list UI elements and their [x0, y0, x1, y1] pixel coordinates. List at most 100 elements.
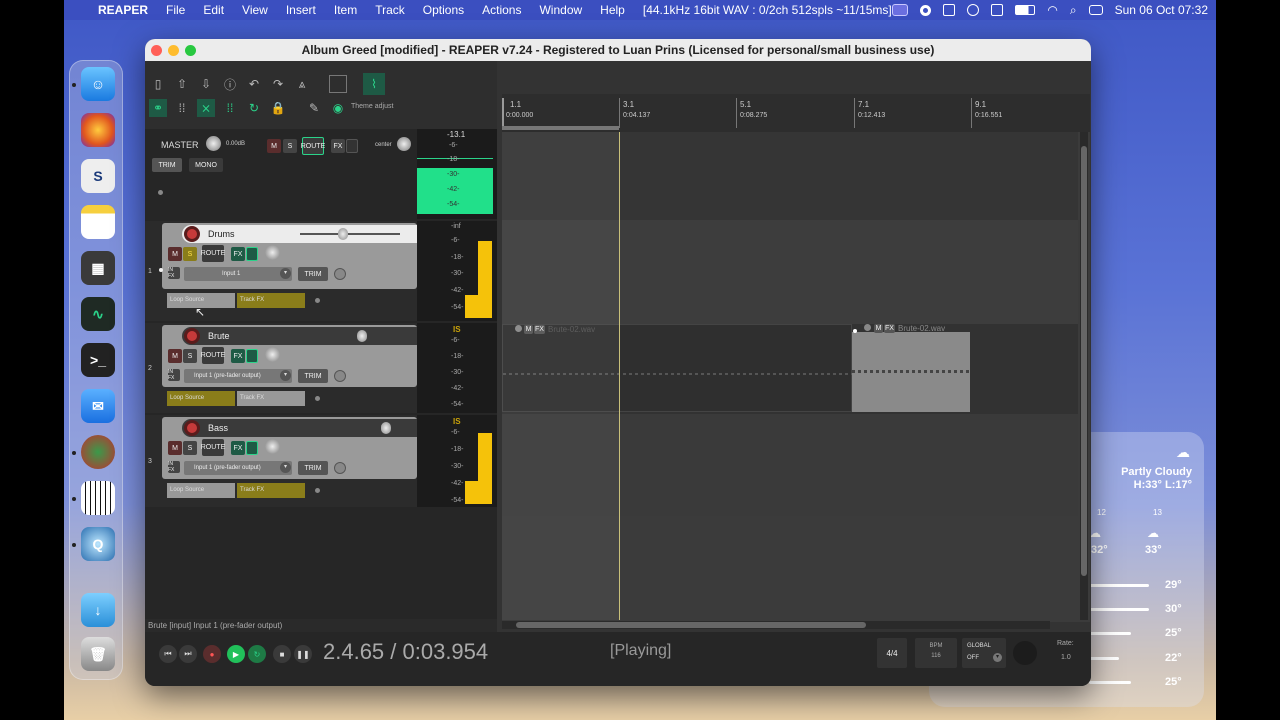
- chevron-down-icon[interactable]: ▾: [280, 268, 291, 279]
- track-fx-slot[interactable]: Track FX: [237, 391, 305, 406]
- global-automation[interactable]: GLOBAL OFF ▾: [962, 638, 1006, 668]
- phase-icon[interactable]: [334, 370, 346, 382]
- trim-button[interactable]: TRIM: [298, 461, 328, 475]
- loop-selection-bar[interactable]: [502, 126, 619, 130]
- horizontal-scrollbar-thumb[interactable]: [516, 622, 866, 628]
- save-project-icon[interactable]: ⇩: [197, 75, 215, 93]
- new-project-icon[interactable]: ▯: [149, 75, 167, 93]
- input-fx-button[interactable]: IN FX: [168, 267, 180, 279]
- input-fx-button[interactable]: IN FX: [168, 369, 180, 381]
- master-mute-button[interactable]: M: [267, 139, 281, 153]
- input-select[interactable]: Input 1 (pre-fader output): [184, 461, 292, 475]
- fx-button[interactable]: FX: [231, 247, 245, 261]
- route-button[interactable]: ROUTE: [201, 439, 225, 456]
- fx-bypass-button[interactable]: [246, 349, 258, 363]
- auto-crossfade-icon[interactable]: ⨯: [197, 99, 215, 117]
- pencil-icon[interactable]: ✎: [305, 99, 323, 117]
- piano-icon[interactable]: [81, 481, 115, 515]
- master-trim-button[interactable]: TRIM: [152, 158, 182, 172]
- go-to-start-button[interactable]: ⏮: [159, 645, 177, 663]
- notes-icon[interactable]: [81, 205, 115, 239]
- mute-button[interactable]: M: [168, 349, 182, 363]
- search-icon[interactable]: ⌕: [1070, 3, 1077, 18]
- horizontal-scrollbar[interactable]: [502, 621, 1050, 629]
- close-button[interactable]: [151, 45, 162, 56]
- master-fx-bypass-button[interactable]: [346, 139, 358, 153]
- project-settings-icon[interactable]: ⓘ: [221, 75, 239, 93]
- route-button[interactable]: ROUTE: [201, 245, 225, 262]
- item-fx-button[interactable]: FX: [884, 324, 895, 333]
- undo-icon[interactable]: ↶: [245, 75, 263, 93]
- loop-source-slot[interactable]: Loop Source: [167, 483, 235, 498]
- menu-item[interactable]: Item: [325, 3, 366, 17]
- repeat-button[interactable]: ↻: [248, 645, 266, 663]
- firefox-icon[interactable]: [81, 113, 115, 147]
- chevron-down-icon[interactable]: ▾: [993, 653, 1002, 662]
- audio-status[interactable]: [44.1kHz 16bit WAV : 0/2ch 512spls ~11/1…: [634, 3, 901, 17]
- master-solo-button[interactable]: S: [283, 139, 297, 153]
- trash-icon[interactable]: 🗑: [81, 637, 115, 671]
- record-arm-button[interactable]: [184, 328, 200, 344]
- master-pan-knob[interactable]: [397, 137, 411, 151]
- play-button[interactable]: ▶: [227, 645, 245, 663]
- finder-icon[interactable]: ☺: [81, 67, 115, 101]
- chevron-down-icon[interactable]: ▾: [280, 370, 291, 381]
- chevron-down-icon[interactable]: ▾: [280, 462, 291, 473]
- pan-knob[interactable]: [265, 245, 280, 260]
- mail-icon[interactable]: ✉: [81, 389, 115, 423]
- play-cursor[interactable]: [619, 132, 620, 620]
- quicktime-icon[interactable]: Q: [81, 527, 115, 561]
- menu-insert[interactable]: Insert: [277, 3, 325, 17]
- lock-icon[interactable]: 🔒: [269, 99, 287, 117]
- terminal-icon[interactable]: >_: [81, 343, 115, 377]
- fx-bypass-button[interactable]: [246, 247, 258, 261]
- envelope-icon[interactable]: ⁞⁞: [221, 99, 239, 117]
- toggle-panel-icon[interactable]: [329, 75, 347, 93]
- item-mute-button[interactable]: M: [874, 324, 883, 333]
- phase-icon[interactable]: [334, 268, 346, 280]
- phase-icon[interactable]: [334, 462, 346, 474]
- snap-icon[interactable]: ⚭: [149, 99, 167, 117]
- trim-button[interactable]: TRIM: [298, 267, 328, 281]
- menu-track[interactable]: Track: [366, 3, 414, 17]
- transport-position[interactable]: 2.4.65 / 0:03.954: [323, 639, 488, 665]
- activity-monitor-icon[interactable]: ∿: [81, 297, 115, 331]
- loop-source-slot[interactable]: Loop Source: [167, 391, 235, 406]
- record-icon[interactable]: [920, 4, 932, 16]
- control-center-icon[interactable]: [1088, 5, 1103, 15]
- mute-button[interactable]: M: [168, 441, 182, 455]
- arrange-view[interactable]: 1.1 0:00.000 3.1 0:04.137 5.1 0:08.275 7…: [502, 94, 1090, 629]
- pan-knob[interactable]: [265, 347, 280, 362]
- record-arm-button[interactable]: [184, 226, 200, 242]
- track-fx-slot[interactable]: Track FX: [237, 483, 305, 498]
- clock[interactable]: Sun 06 Oct 07:32: [1115, 3, 1208, 17]
- wifi-icon[interactable]: ◠: [1047, 3, 1057, 17]
- volume-slider-handle[interactable]: [357, 330, 367, 342]
- loop-icon[interactable]: ↻: [245, 99, 263, 117]
- pause-button[interactable]: ❚❚: [294, 645, 312, 663]
- zoom-button[interactable]: [185, 45, 196, 56]
- metronome-icon[interactable]: ⩓: [293, 75, 311, 93]
- menu-options[interactable]: Options: [414, 3, 473, 17]
- go-to-end-button[interactable]: ⏭: [179, 645, 197, 663]
- play-tray-icon[interactable]: [967, 4, 980, 16]
- item-edge-dot[interactable]: [853, 329, 857, 333]
- calculator-icon[interactable]: ▦: [81, 251, 115, 285]
- solo-button[interactable]: S: [183, 349, 197, 363]
- menu-view[interactable]: View: [233, 3, 277, 17]
- bpm-box[interactable]: BPM 116: [915, 638, 957, 668]
- timeline-ruler[interactable]: 1.1 0:00.000 3.1 0:04.137 5.1 0:08.275 7…: [502, 94, 1090, 132]
- mute-button[interactable]: M: [168, 247, 182, 261]
- menu-window[interactable]: Window: [530, 3, 591, 17]
- theme-adjust-label[interactable]: Theme adjust: [351, 103, 393, 110]
- solo-button[interactable]: S: [183, 441, 197, 455]
- vertical-scrollbar[interactable]: [1080, 132, 1088, 620]
- reaper-icon[interactable]: [81, 435, 115, 469]
- track-name-field[interactable]: Drums: [182, 225, 426, 243]
- fx-button[interactable]: FX: [231, 349, 245, 363]
- open-project-icon[interactable]: ⇧: [173, 75, 191, 93]
- master-mono-button[interactable]: MONO: [189, 158, 223, 172]
- menu-actions[interactable]: Actions: [473, 3, 530, 17]
- master-route-button[interactable]: ROUTE: [301, 137, 325, 155]
- screen-share-icon[interactable]: [892, 4, 909, 16]
